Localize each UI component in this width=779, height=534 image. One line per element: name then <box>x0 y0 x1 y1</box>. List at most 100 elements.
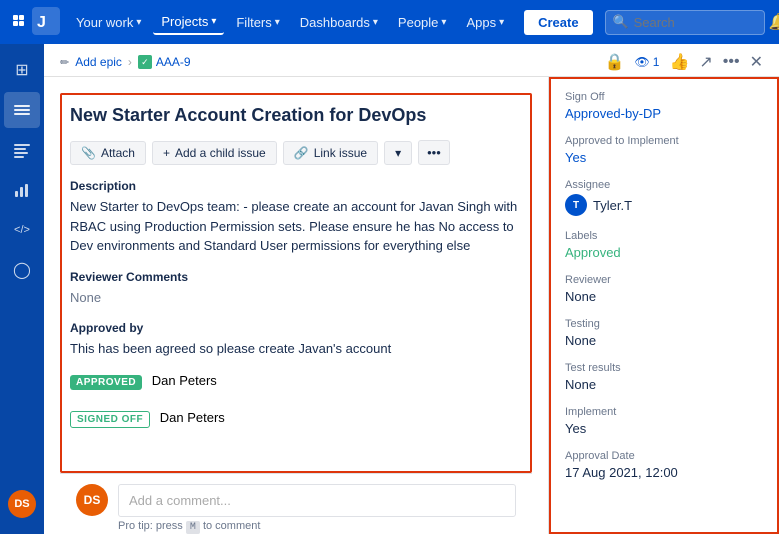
meta-labels: Labels Approved <box>565 230 763 260</box>
eye-icon: 👁 <box>635 55 650 69</box>
sidebar-icon-reports[interactable] <box>4 172 40 208</box>
issue-right-panel: Sign Off Approved-by-DP Approved to Impl… <box>549 77 779 534</box>
more-icon[interactable]: ••• <box>723 53 740 71</box>
breadcrumb-separator: › <box>128 55 132 69</box>
svg-text:J: J <box>37 14 46 31</box>
chevron-down-icon: ▾ <box>499 17 504 28</box>
labels-value[interactable]: Approved <box>565 245 763 260</box>
signed-name: Dan Peters <box>160 410 225 425</box>
meta-testing: Testing None <box>565 318 763 348</box>
nav-people[interactable]: People ▾ <box>390 11 455 34</box>
sidebar-icon-code[interactable]: </> <box>4 212 40 248</box>
signed-off-badge: SIGNED OFF <box>70 411 150 428</box>
meta-approved-implement: Approved to Implement Yes <box>565 135 763 165</box>
assignee-name: Tyler.T <box>593 198 632 213</box>
signed-off-row: SIGNED OFF Dan Peters <box>70 410 522 428</box>
issue-left-panel: New Starter Account Creation for DevOps … <box>44 77 549 534</box>
nav-apps[interactable]: Apps ▾ <box>458 11 512 34</box>
notifications-icon[interactable]: 🔔 <box>769 6 779 38</box>
left-sidebar: ⊞ </> ◯ DS <box>0 44 44 534</box>
comment-area: DS Add a comment... Pro tip: press M to … <box>60 473 532 534</box>
approved-row: APPROVED Dan Peters <box>70 373 522 390</box>
add-epic-link[interactable]: Add epic <box>75 55 122 69</box>
link-icon: 🔗 <box>294 146 309 160</box>
meta-approval-date: Approval Date 17 Aug 2021, 12:00 <box>565 450 763 480</box>
approved-name: Dan Peters <box>152 373 217 388</box>
lock-icon[interactable]: 🔒 <box>605 52 625 72</box>
attach-icon: 📎 <box>81 146 96 160</box>
comment-tip: Pro tip: press M to comment <box>118 520 516 533</box>
sidebar-icon-releases[interactable]: ◯ <box>4 252 40 288</box>
issue-id-link[interactable]: AAA-9 <box>156 55 191 69</box>
meta-reviewer: Reviewer None <box>565 274 763 304</box>
comment-input[interactable]: Add a comment... <box>118 484 516 517</box>
watch-count[interactable]: 👁 1 <box>635 55 660 69</box>
sidebar-icon-home[interactable]: ⊞ <box>4 52 40 88</box>
content-area: ✏ Add epic › ✓ AAA-9 🔒 👁 1 👍 ↗ ••• ✕ <box>44 44 779 534</box>
approved-badge: APPROVED <box>70 375 142 390</box>
nav-projects[interactable]: Projects ▾ <box>153 10 224 35</box>
link-issue-button[interactable]: 🔗 Link issue <box>283 141 378 165</box>
meta-test-results: Test results None <box>565 362 763 392</box>
meta-assignee: Assignee T Tyler.T <box>565 179 763 216</box>
jira-logo[interactable]: J <box>32 7 60 37</box>
description-text: New Starter to DevOps team: - please cre… <box>70 197 522 256</box>
issue-badge: ✓ AAA-9 <box>138 55 191 69</box>
top-navigation: J Your work ▾ Projects ▾ Filters ▾ Dashb… <box>0 0 779 44</box>
thumbsup-icon[interactable]: 👍 <box>669 52 689 72</box>
add-child-issue-button[interactable]: + Add a child issue <box>152 141 277 165</box>
more-options-button[interactable]: ••• <box>418 140 450 165</box>
sidebar-icon-backlog[interactable] <box>4 132 40 168</box>
testing-label: Testing <box>565 318 763 330</box>
share-icon[interactable]: ↗ <box>699 52 712 72</box>
breadcrumb-actions: 🔒 👁 1 👍 ↗ ••• ✕ <box>605 52 763 72</box>
user-avatar[interactable]: DS <box>8 490 36 518</box>
approved-implement-value[interactable]: Yes <box>565 150 763 165</box>
approved-by-label: Approved by <box>70 321 522 335</box>
close-icon[interactable]: ✕ <box>750 52 763 72</box>
test-results-label: Test results <box>565 362 763 374</box>
create-button[interactable]: Create <box>524 10 592 35</box>
chevron-down-icon: ▾ <box>275 17 280 28</box>
grid-icon[interactable] <box>12 8 28 36</box>
reviewer-comments-value: None <box>70 288 522 308</box>
meta-implement: Implement Yes <box>565 406 763 436</box>
approval-date-value: 17 Aug 2021, 12:00 <box>565 465 763 480</box>
testing-value: None <box>565 333 763 348</box>
implement-value: Yes <box>565 421 763 436</box>
nav-filters[interactable]: Filters ▾ <box>228 11 287 34</box>
chevron-down-icon: ▾ <box>373 17 378 28</box>
dropdown-button[interactable]: ▾ <box>384 141 412 165</box>
issue-toolbar: 📎 Attach + Add a child issue 🔗 Link issu… <box>70 140 522 165</box>
nav-dashboards[interactable]: Dashboards ▾ <box>292 11 386 34</box>
search-input[interactable] <box>605 10 765 35</box>
description-label: Description <box>70 179 522 193</box>
issue-detail-box: New Starter Account Creation for DevOps … <box>60 93 532 473</box>
comment-input-wrap: Add a comment... Pro tip: press M to com… <box>118 484 516 533</box>
chevron-down-icon: ▾ <box>441 17 446 28</box>
reviewer-label: Reviewer <box>565 274 763 286</box>
child-icon: + <box>163 146 170 160</box>
sidebar-icon-board[interactable] <box>4 92 40 128</box>
issue-title: New Starter Account Creation for DevOps <box>70 103 522 128</box>
issue-type-icon: ✓ <box>138 55 152 69</box>
sign-off-label: Sign Off <box>565 91 763 103</box>
breadcrumb-bar: ✏ Add epic › ✓ AAA-9 🔒 👁 1 👍 ↗ ••• ✕ <box>44 44 779 77</box>
sign-off-value[interactable]: Approved-by-DP <box>565 106 763 121</box>
commenter-avatar: DS <box>76 484 108 516</box>
approved-implement-label: Approved to Implement <box>565 135 763 147</box>
main-layout: ⊞ </> ◯ DS ✏ Add epic › ✓ A <box>0 44 779 534</box>
attach-button[interactable]: 📎 Attach <box>70 141 146 165</box>
chevron-down-icon: ▾ <box>136 17 141 28</box>
issue-content: New Starter Account Creation for DevOps … <box>44 77 779 534</box>
assignee-row: T Tyler.T <box>565 194 763 216</box>
description-section: Description New Starter to DevOps team: … <box>70 179 522 256</box>
reviewer-comments-label: Reviewer Comments <box>70 270 522 284</box>
approval-date-label: Approval Date <box>565 450 763 462</box>
labels-label: Labels <box>565 230 763 242</box>
approved-by-text: This has been agreed so please create Ja… <box>70 339 522 359</box>
assignee-label: Assignee <box>565 179 763 191</box>
meta-sign-off: Sign Off Approved-by-DP <box>565 91 763 121</box>
nav-your-work[interactable]: Your work ▾ <box>68 11 149 34</box>
edit-icon: ✏ <box>60 56 69 69</box>
